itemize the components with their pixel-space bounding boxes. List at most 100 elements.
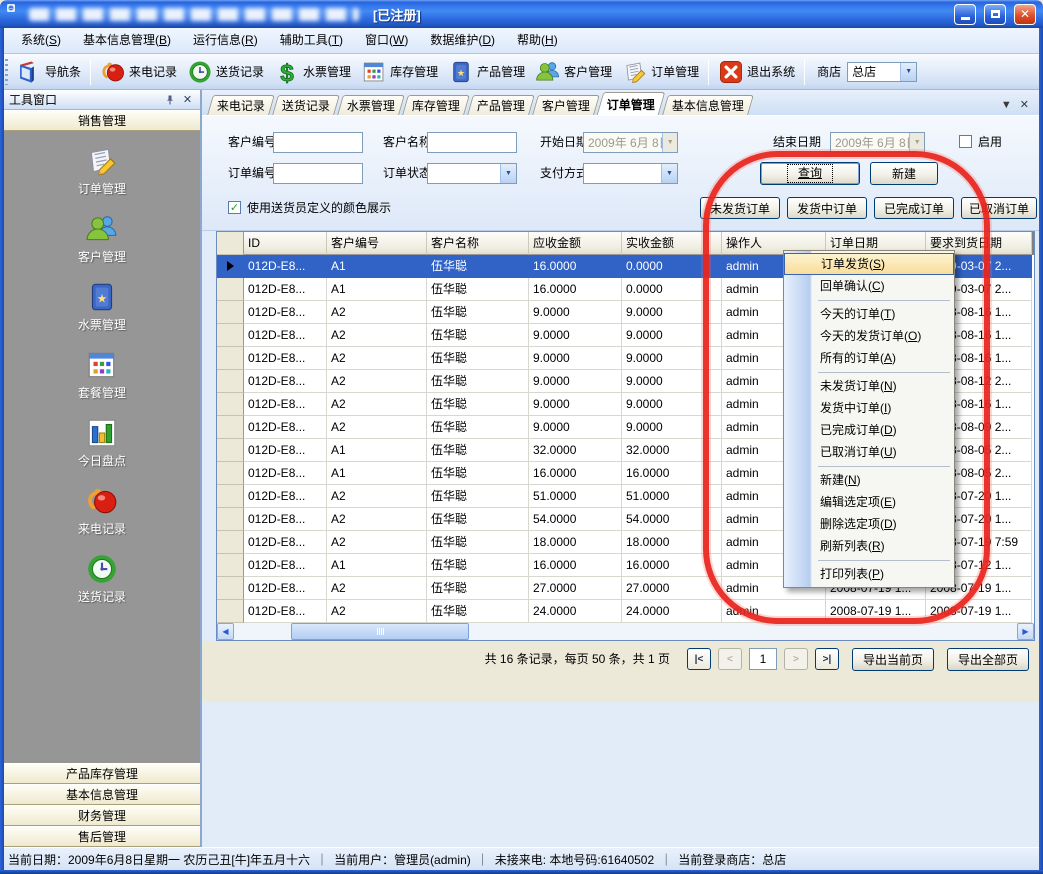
page-number-input[interactable]: 1 [749,648,777,670]
shop-select[interactable]: 总店 ▼ [847,62,917,82]
new-button[interactable]: 新建 [870,162,938,185]
toolbar-button-退出系统[interactable]: 退出系统 [713,57,800,87]
chevron-down-icon[interactable]: ▼ [500,164,516,183]
toolbar-button-客户管理[interactable]: 客户管理 [530,57,617,87]
query-button[interactable]: 查询 [760,162,860,185]
close-icon[interactable]: ✕ [180,92,195,107]
toolbar-button-label: 库存管理 [390,63,438,80]
menu-item-基本信息管理[interactable]: 基本信息管理(B) [72,28,182,53]
tab-订单管理[interactable]: 订单管理 [597,92,666,115]
cell-received: 9.0000 [622,324,722,347]
cell-operator: admin [722,600,826,623]
column-header-应收金额[interactable]: 应收金额 [529,232,622,255]
chevron-down-icon[interactable]: ▼ [900,63,916,81]
row-selector-header[interactable] [217,232,244,255]
start-date-picker[interactable]: 2009年 6月 8日 ▼ [583,132,678,153]
sidebar-tool-来电记录[interactable]: 来电记录 [4,484,200,537]
toolbar-button-送货记录[interactable]: 送货记录 [182,57,269,87]
close-button[interactable]: ✕ [1014,4,1036,25]
context-menu-item-删除选定项[interactable]: 删除选定项(D) [784,513,954,535]
status-filter-button-发货中订单[interactable]: 发货中订单 [787,197,867,219]
toolbar-button-产品管理[interactable]: ★产品管理 [443,57,530,87]
status-filter-button-已完成订单[interactable]: 已完成订单 [874,197,954,219]
sidebar-tool-客户管理[interactable]: 客户管理 [4,212,200,265]
toolbar-button-来电记录[interactable]: 来电记录 [95,57,182,87]
enable-checkbox[interactable] [959,135,972,148]
order-status-select[interactable]: ▼ [427,163,517,184]
tab-close-icon[interactable]: ✕ [1020,98,1029,111]
maximize-button[interactable] [984,4,1006,25]
sidebar-tool-订单管理[interactable]: 订单管理 [4,144,200,197]
context-menu-item-新建[interactable]: 新建(N) [784,469,954,491]
sidebar-section-基本信息管理[interactable]: 基本信息管理 [4,784,200,805]
tab-list-dropdown-icon[interactable]: ▼ [1001,99,1012,111]
chevron-down-icon[interactable]: ▼ [661,164,677,183]
tab-客户管理[interactable]: 客户管理 [532,95,600,115]
scrollbar-thumb[interactable] [291,623,469,640]
toolbar-button-水票管理[interactable]: $水票管理 [269,57,356,87]
horizontal-scrollbar[interactable]: ◀ ▶ [217,623,1034,640]
cell-id: 012D-E8... [244,531,327,554]
minimize-button[interactable] [954,4,976,25]
toolbar-button-库存管理[interactable]: 库存管理 [356,57,443,87]
menu-item-数据维护[interactable]: 数据维护(D) [419,28,506,53]
customer-name-input[interactable] [427,132,517,153]
context-menu-item-已完成订单[interactable]: 已完成订单(D) [784,419,954,441]
color-display-checkbox[interactable]: ✓ [228,201,241,214]
menu-item-运行信息[interactable]: 运行信息(R) [182,28,269,53]
export-all-button[interactable]: 导出全部页 [947,648,1029,671]
context-menu-item-编辑选定项[interactable]: 编辑选定项(E) [784,491,954,513]
toolbar-button-导航条[interactable]: 导航条 [11,57,86,87]
order-no-input[interactable] [273,163,363,184]
pin-icon[interactable] [162,92,177,107]
context-menu-item-已取消订单[interactable]: 已取消订单(U) [784,441,954,463]
end-date-picker[interactable]: 2009年 6月 8日 ▼ [830,132,925,153]
last-page-button[interactable]: >| [815,648,839,670]
context-menu-item-回单确认[interactable]: 回单确认(C) [784,275,954,297]
pay-method-select[interactable]: ▼ [583,163,678,184]
context-menu-item-发货中订单[interactable]: 发货中订单(I) [784,397,954,419]
tab-基本信息管理[interactable]: 基本信息管理 [662,95,754,115]
scroll-right-icon[interactable]: ▶ [1017,623,1034,640]
context-menu-item-所有的订单[interactable]: 所有的订单(A) [784,347,954,369]
sidebar-section-财务管理[interactable]: 财务管理 [4,805,200,826]
context-menu-item-今天的发货订单[interactable]: 今天的发货订单(O) [784,325,954,347]
sidebar-section-sales[interactable]: 销售管理 [4,110,200,131]
menu-item-系统[interactable]: 系统(S) [10,28,72,53]
menu-item-帮助[interactable]: 帮助(H) [506,28,569,53]
status-filter-button-已取消订单[interactable]: 已取消订单 [961,197,1037,219]
menu-item-窗口[interactable]: 窗口(W) [354,28,419,53]
tab-库存管理[interactable]: 库存管理 [402,95,470,115]
sidebar-tool-今日盘点[interactable]: 今日盘点 [4,416,200,469]
export-current-button[interactable]: 导出当前页 [852,648,934,671]
column-header-客户名称[interactable]: 客户名称 [427,232,529,255]
column-header-客户编号[interactable]: 客户编号 [327,232,427,255]
tab-产品管理[interactable]: 产品管理 [467,95,535,115]
sidebar-tool-送货记录[interactable]: 送货记录 [4,552,200,605]
tab-来电记录[interactable]: 来电记录 [207,95,275,115]
sidebar-section-产品库存管理[interactable]: 产品库存管理 [4,763,200,784]
customer-no-input[interactable] [273,132,363,153]
tab-送货记录[interactable]: 送货记录 [272,95,340,115]
next-page-button[interactable]: > [784,648,808,670]
context-menu-item-未发货订单[interactable]: 未发货订单(N) [784,375,954,397]
context-menu-item-订单发货[interactable]: 订单发货(S) [784,253,954,275]
customer-icon [85,212,119,246]
menu-item-辅助工具[interactable]: 辅助工具(T) [269,28,354,53]
table-row[interactable]: 012D-E8...A2伍华聪24.000024.0000admin2008-0… [217,600,1034,623]
status-filter-button-未发货订单[interactable]: 未发货订单 [700,197,780,219]
column-header-实收金额[interactable]: 实收金额 [622,232,722,255]
toolbar-button-订单管理[interactable]: 订单管理 [617,57,704,87]
first-page-button[interactable]: |< [687,648,711,670]
tab-水票管理[interactable]: 水票管理 [337,95,405,115]
column-header-ID[interactable]: ID [244,232,327,255]
sidebar-tool-套餐管理[interactable]: 套餐管理 [4,348,200,401]
prev-page-button[interactable]: < [718,648,742,670]
context-menu-item-今天的订单[interactable]: 今天的订单(T) [784,303,954,325]
cell-received: 16.0000 [622,462,722,485]
sidebar-section-售后管理[interactable]: 售后管理 [4,826,200,847]
sidebar-tool-水票管理[interactable]: ★水票管理 [4,280,200,333]
context-menu-item-打印列表[interactable]: 打印列表(P) [784,563,954,585]
scroll-left-icon[interactable]: ◀ [217,623,234,640]
context-menu-item-刷新列表[interactable]: 刷新列表(R) [784,535,954,557]
